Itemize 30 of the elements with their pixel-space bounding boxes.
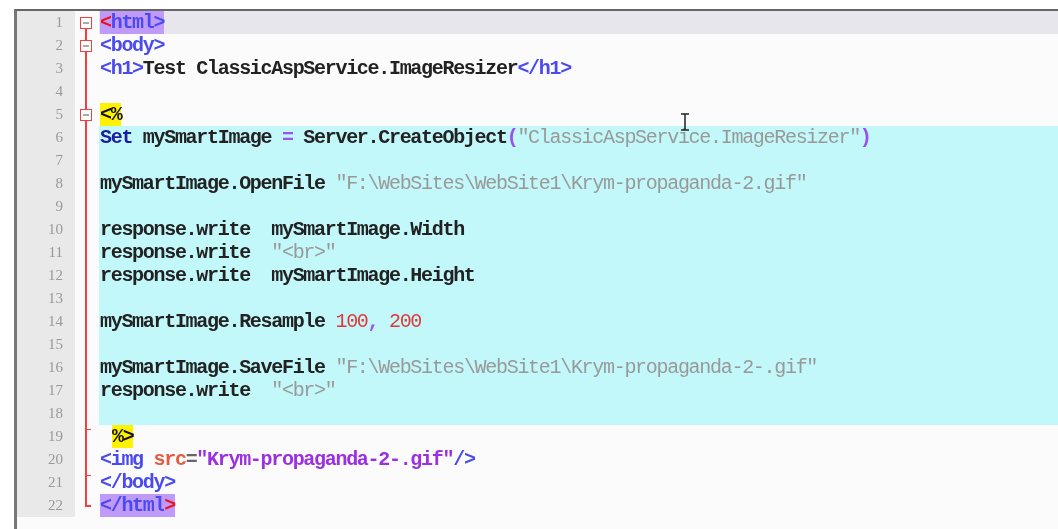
collapse-icon[interactable]	[80, 40, 92, 52]
line-number: 15	[17, 333, 75, 356]
code-line: </html>	[99, 494, 177, 517]
line-number: 5	[17, 103, 75, 126]
line-number: 16	[17, 356, 75, 379]
line-number: 2	[17, 34, 75, 57]
code-line: <img src="Krym-propaganda-2-.gif"/>	[99, 448, 476, 471]
collapse-icon[interactable]	[80, 17, 92, 29]
line-number: 14	[17, 310, 75, 333]
line-number: 6	[17, 126, 75, 149]
line-number: 13	[17, 287, 75, 310]
line-number: 3	[17, 57, 75, 80]
line-number: 8	[17, 172, 75, 195]
line-number: 12	[17, 264, 75, 287]
line-number: 9	[17, 195, 75, 218]
line-number: 18	[17, 402, 75, 425]
line-number: 7	[17, 149, 75, 172]
line-number: 1	[17, 11, 75, 34]
line-number: 17	[17, 379, 75, 402]
line-number: 22	[17, 494, 75, 517]
collapse-icon[interactable]	[80, 109, 92, 121]
line-number: 10	[17, 218, 75, 241]
line-number: 19	[17, 425, 75, 448]
code-line: </body>	[99, 471, 177, 494]
line-number: 11	[17, 241, 75, 264]
code-line: <h1>Test ClassicAspService.ImageResizer</h1>	[99, 57, 573, 80]
line-number: 21	[17, 471, 75, 494]
code-line: <body>	[99, 34, 166, 57]
line-number: 20	[17, 448, 75, 471]
line-number: 4	[17, 80, 75, 103]
